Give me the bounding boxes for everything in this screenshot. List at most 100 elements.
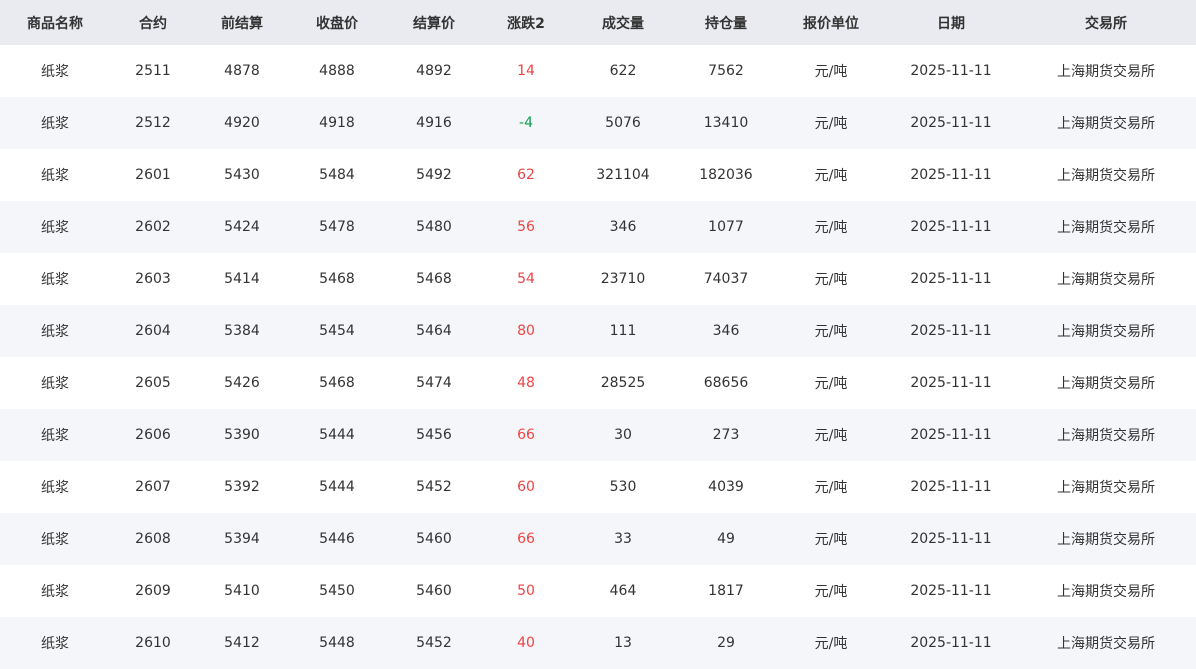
open-interest-cell: 1817: [708, 583, 744, 599]
product-name-cell: 纸浆: [41, 272, 69, 288]
change-cell: 80: [517, 323, 535, 339]
change-cell: 48: [517, 375, 535, 391]
date-cell: 2025-11-11: [910, 63, 992, 79]
prev-settle-cell: 5410: [224, 583, 260, 599]
header-open-interest[interactable]: 持仓量: [676, 0, 776, 45]
change-cell: 50: [517, 583, 535, 599]
header-volume[interactable]: 成交量: [570, 0, 676, 45]
quote-unit-cell: 元/吨: [814, 116, 848, 132]
table-row[interactable]: 纸浆 2601 5430 5484 5492 62 321104 182036 元/吨 2025-…: [0, 149, 1196, 201]
product-name-cell: 纸浆: [41, 636, 69, 652]
quote-unit-cell: 元/吨: [814, 532, 848, 548]
change-cell: 66: [517, 427, 535, 443]
table-row[interactable]: 纸浆 2607 5392 5444 5452 60 530 4039 元/吨 2025-11-11…: [0, 461, 1196, 513]
settle-price-cell: 5456: [416, 427, 452, 443]
header-row: 商品名称 合约 前结算 收盘价 结算价 涨跌2 成交量 持仓量 报价单位 日期 …: [0, 0, 1196, 45]
prev-settle-cell: 4878: [224, 63, 260, 79]
volume-cell: 30: [614, 427, 632, 443]
header-date[interactable]: 日期: [886, 0, 1016, 45]
table-row[interactable]: 纸浆 2609 5410 5450 5460 50 464 1817 元/吨 2025-11-11…: [0, 565, 1196, 617]
table-row[interactable]: 纸浆 2610 5412 5448 5452 40 13 29 元/吨 2025-11-11 上海期…: [0, 617, 1196, 669]
exchange-cell: 上海期货交易所: [1057, 168, 1155, 184]
table-row[interactable]: 纸浆 2602 5424 5478 5480 56 346 1077 元/吨 2025-11-11…: [0, 201, 1196, 253]
table-row[interactable]: 纸浆 2604 5384 5454 5464 80 111 346 元/吨 2025-11-11 上…: [0, 305, 1196, 357]
header-product-name[interactable]: 商品名称: [0, 0, 110, 45]
close-price-cell: 5468: [319, 375, 355, 391]
header-settle-price[interactable]: 结算价: [386, 0, 482, 45]
prev-settle-cell: 5394: [224, 531, 260, 547]
settle-price-cell: 5452: [416, 635, 452, 651]
volume-cell: 530: [609, 479, 637, 495]
volume-cell: 346: [609, 219, 637, 235]
prev-settle-cell: 5390: [224, 427, 260, 443]
header-quote-unit[interactable]: 报价单位: [776, 0, 886, 45]
header-prev-settle[interactable]: 前结算: [196, 0, 288, 45]
contract-cell: 2606: [135, 427, 171, 443]
open-interest-cell: 346: [712, 323, 740, 339]
close-price-cell: 5446: [319, 531, 355, 547]
change-cell: 66: [517, 531, 535, 547]
change-cell: 62: [517, 167, 535, 183]
product-name-cell: 纸浆: [41, 168, 69, 184]
exchange-cell: 上海期货交易所: [1057, 584, 1155, 600]
change-cell: 60: [517, 479, 535, 495]
date-cell: 2025-11-11: [910, 583, 992, 599]
table-row[interactable]: 纸浆 2605 5426 5468 5474 48 28525 68656 元/吨 2025-11…: [0, 357, 1196, 409]
settle-price-cell: 4892: [416, 63, 452, 79]
header-contract[interactable]: 合约: [110, 0, 196, 45]
close-price-cell: 5444: [319, 479, 355, 495]
header-close-price[interactable]: 收盘价: [288, 0, 386, 45]
open-interest-cell: 273: [712, 427, 740, 443]
contract-cell: 2601: [135, 167, 171, 183]
volume-cell: 111: [609, 323, 637, 339]
contract-cell: 2511: [135, 63, 171, 79]
product-name-cell: 纸浆: [41, 532, 69, 548]
close-price-cell: 5450: [319, 583, 355, 599]
prev-settle-cell: 5424: [224, 219, 260, 235]
change-cell: 40: [517, 635, 535, 651]
volume-cell: 23710: [600, 271, 646, 287]
exchange-cell: 上海期货交易所: [1057, 324, 1155, 340]
settle-price-cell: 4916: [416, 115, 452, 131]
product-name-cell: 纸浆: [41, 324, 69, 340]
table-row[interactable]: 纸浆 2608 5394 5446 5460 66 33 49 元/吨 2025-11-11 上海期…: [0, 513, 1196, 565]
table-header: 商品名称 合约 前结算 收盘价 结算价 涨跌2 成交量 持仓量 报价单位 日期 …: [0, 0, 1196, 45]
quote-unit-cell: 元/吨: [814, 480, 848, 496]
date-cell: 2025-11-11: [910, 479, 992, 495]
contract-cell: 2609: [135, 583, 171, 599]
contract-cell: 2512: [135, 115, 171, 131]
close-price-cell: 5484: [319, 167, 355, 183]
close-price-cell: 5468: [319, 271, 355, 287]
quote-unit-cell: 元/吨: [814, 220, 848, 236]
quote-unit-cell: 元/吨: [814, 428, 848, 444]
table-row[interactable]: 纸浆 2511 4878 4888 4892 14 622 7562 元/吨 2025-11-11…: [0, 45, 1196, 97]
volume-cell: 13: [614, 635, 632, 651]
date-cell: 2025-11-11: [910, 167, 992, 183]
quote-unit-cell: 元/吨: [814, 376, 848, 392]
contract-cell: 2605: [135, 375, 171, 391]
volume-cell: 464: [609, 583, 637, 599]
settle-price-cell: 5452: [416, 479, 452, 495]
exchange-cell: 上海期货交易所: [1057, 376, 1155, 392]
open-interest-cell: 29: [717, 635, 735, 651]
contract-cell: 2602: [135, 219, 171, 235]
settle-price-cell: 5468: [416, 271, 452, 287]
product-name-cell: 纸浆: [41, 584, 69, 600]
table-row[interactable]: 纸浆 2603 5414 5468 5468 54 23710 74037 元/吨 2025-11…: [0, 253, 1196, 305]
contract-cell: 2603: [135, 271, 171, 287]
quote-unit-cell: 元/吨: [814, 272, 848, 288]
prev-settle-cell: 5384: [224, 323, 260, 339]
close-price-cell: 5454: [319, 323, 355, 339]
exchange-cell: 上海期货交易所: [1057, 272, 1155, 288]
change-cell: 14: [517, 63, 535, 79]
open-interest-cell: 49: [717, 531, 735, 547]
settle-price-cell: 5460: [416, 583, 452, 599]
settle-price-cell: 5474: [416, 375, 452, 391]
table-row[interactable]: 纸浆 2606 5390 5444 5456 66 30 273 元/吨 2025-11-11 上海…: [0, 409, 1196, 461]
quote-unit-cell: 元/吨: [814, 64, 848, 80]
header-change[interactable]: 涨跌2: [482, 0, 570, 45]
settle-price-cell: 5480: [416, 219, 452, 235]
header-exchange[interactable]: 交易所: [1016, 0, 1196, 45]
table-row[interactable]: 纸浆 2512 4920 4918 4916 -4 5076 13410 元/吨 2025-11-…: [0, 97, 1196, 149]
contract-cell: 2607: [135, 479, 171, 495]
